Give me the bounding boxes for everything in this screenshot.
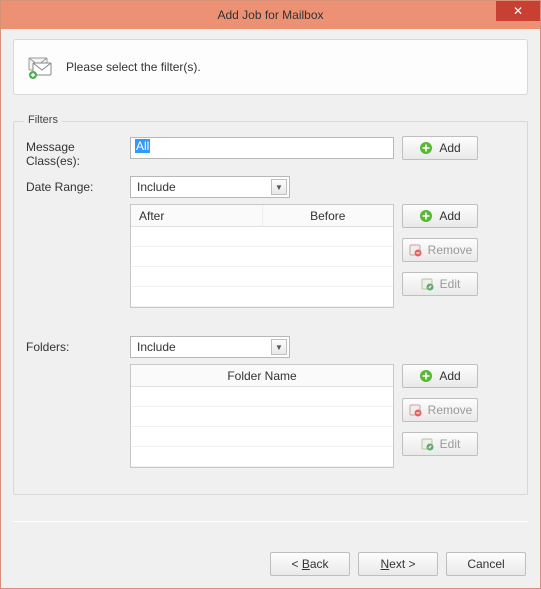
folders-add-button[interactable]: Add — [402, 364, 478, 388]
cancel-button[interactable]: Cancel — [446, 552, 526, 576]
plus-icon — [419, 369, 433, 383]
edit-icon — [420, 437, 434, 451]
instruction-panel: Please select the filter(s). — [13, 39, 528, 95]
plus-icon — [419, 141, 433, 155]
dialog-window: Add Job for Mailbox ✕ Please select the … — [0, 0, 541, 589]
edit-icon — [420, 277, 434, 291]
folders-row: Folders: Include ▼ Folder Name — [26, 336, 515, 468]
folders-remove-button[interactable]: Remove — [402, 398, 478, 422]
folders-grid-body — [131, 387, 393, 467]
message-classes-row: Message Class(es): All Add — [26, 136, 515, 168]
folders-label: Folders: — [26, 336, 130, 354]
date-range-remove-button[interactable]: Remove — [402, 238, 478, 262]
date-range-edit-button[interactable]: Edit — [402, 272, 478, 296]
date-range-grid-body — [131, 227, 393, 307]
filters-legend: Filters — [24, 114, 62, 126]
instruction-text: Please select the filter(s). — [66, 60, 201, 74]
footer-divider — [13, 521, 528, 522]
folders-mode-combo[interactable]: Include ▼ — [130, 336, 290, 358]
date-range-grid[interactable]: After Before — [130, 204, 394, 308]
remove-icon — [408, 403, 422, 417]
remove-icon — [408, 243, 422, 257]
folders-mode-value: Include — [137, 340, 176, 354]
window-title: Add Job for Mailbox — [217, 8, 323, 22]
folders-grid-header: Folder Name — [131, 365, 393, 387]
folders-edit-button[interactable]: Edit — [402, 432, 478, 456]
mailbox-icon — [26, 55, 54, 79]
message-classes-input[interactable]: All — [130, 137, 394, 159]
chevron-down-icon: ▼ — [271, 339, 287, 355]
plus-icon — [419, 209, 433, 223]
date-range-grid-header: After Before — [131, 205, 393, 227]
message-classes-label: Message Class(es): — [26, 136, 130, 168]
date-range-col-after: After — [131, 205, 263, 226]
next-button[interactable]: Next > — [358, 552, 438, 576]
folders-col-name: Folder Name — [131, 365, 393, 386]
date-range-add-button[interactable]: Add — [402, 204, 478, 228]
titlebar: Add Job for Mailbox ✕ — [1, 1, 540, 29]
date-range-mode-combo[interactable]: Include ▼ — [130, 176, 290, 198]
message-classes-value: All — [135, 139, 150, 153]
close-icon: ✕ — [513, 4, 523, 18]
back-button[interactable]: < Back — [270, 552, 350, 576]
filters-fieldset: Filters Message Class(es): All Add — [13, 121, 528, 495]
date-range-col-before: Before — [263, 205, 394, 226]
folders-grid[interactable]: Folder Name — [130, 364, 394, 468]
date-range-mode-value: Include — [137, 180, 176, 194]
date-range-label: Date Range: — [26, 176, 130, 194]
date-range-row: Date Range: Include ▼ After Before — [26, 176, 515, 308]
footer-buttons: < Back Next > Cancel — [270, 552, 526, 576]
chevron-down-icon: ▼ — [271, 179, 287, 195]
close-button[interactable]: ✕ — [496, 1, 540, 21]
message-classes-add-button[interactable]: Add — [402, 136, 478, 160]
content-area: Please select the filter(s). Filters Mes… — [1, 29, 540, 507]
